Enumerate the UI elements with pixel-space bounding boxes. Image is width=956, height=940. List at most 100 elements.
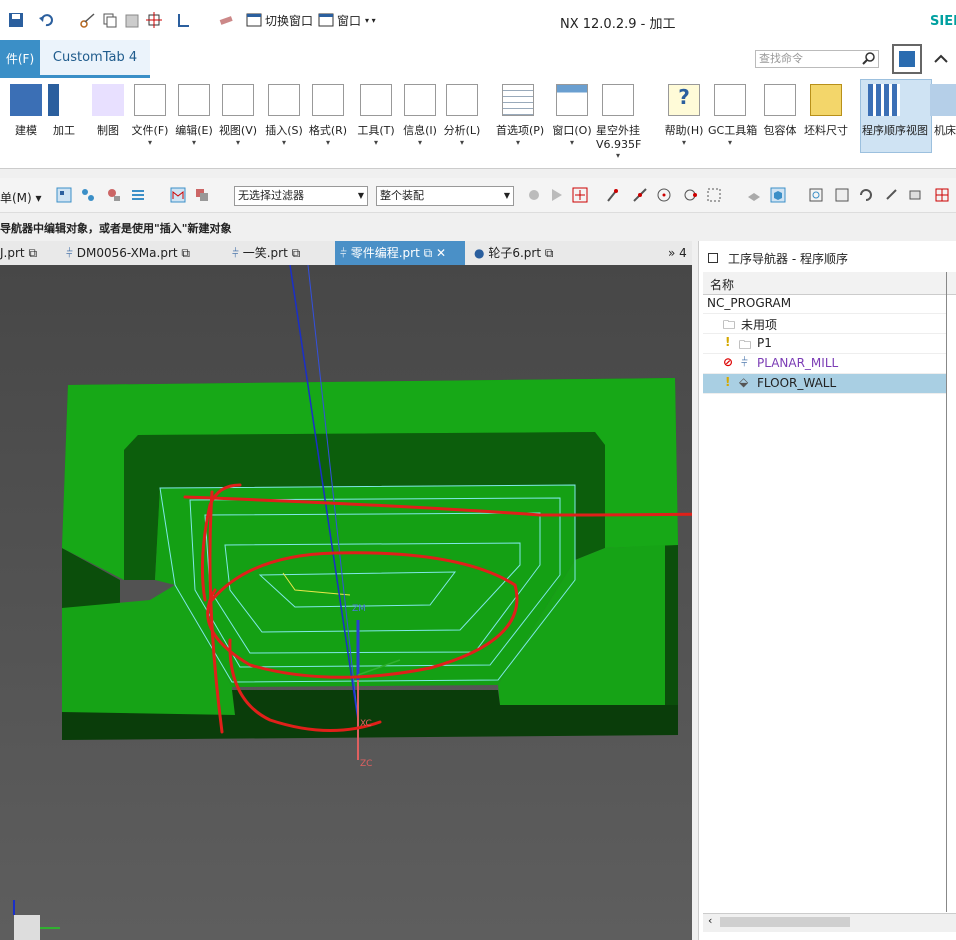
ribbon-button-13[interactable]: 窗口(O) ▾ — [550, 80, 594, 164]
search-icon[interactable] — [862, 51, 876, 65]
chevron-up-icon[interactable] — [934, 52, 948, 66]
touch-mode-button[interactable] — [176, 10, 195, 30]
chevron-down-icon[interactable]: ▾ — [440, 138, 484, 147]
quadrant-point-icon[interactable] — [682, 187, 698, 203]
type-filter-select[interactable]: 无选择过滤器 ▼ — [234, 186, 368, 206]
menu-button[interactable]: 单(M) ▾ — [0, 189, 42, 206]
warning-icon: ! — [725, 335, 731, 349]
chevron-down-icon: ▼ — [357, 191, 364, 200]
tree-row-planar-mill[interactable]: ⊘ ⫩ PLANAR_MILL — [703, 354, 946, 374]
graphics-viewport[interactable]: ZM XC ZC — [0, 265, 692, 940]
body-filter-icon[interactable] — [194, 187, 210, 203]
chevron-down-icon[interactable]: ▾ — [596, 151, 640, 160]
copy-button[interactable] — [102, 10, 121, 30]
scroll-left-icon[interactable]: ‹ — [708, 914, 712, 927]
column-divider[interactable] — [946, 272, 947, 912]
chevron-down-icon[interactable]: ▾ — [708, 138, 752, 147]
tree-row-label: FLOOR_WALL — [757, 376, 837, 390]
ribbon-button-20[interactable]: 机床 — [930, 80, 956, 164]
chevron-down-icon[interactable]: ▾ — [398, 138, 442, 147]
view-fit-icon[interactable] — [808, 187, 824, 203]
ribbon-button-14[interactable]: 星空外挂 V6.935F ▾ — [596, 80, 641, 164]
chevron-down-icon[interactable]: ▾ — [496, 138, 540, 147]
center-point-icon[interactable] — [656, 187, 672, 203]
ribbon-button-18[interactable]: 坯料尺寸 — [804, 80, 848, 164]
ribbon-button-7[interactable]: 插入(S) ▾ — [262, 80, 306, 164]
selection-scope-select[interactable]: 整个装配 ▼ — [376, 186, 514, 206]
window-menu-button[interactable]: 窗口 ▾ ▾ — [318, 10, 376, 30]
ribbon-button-17[interactable]: 包容体 — [758, 80, 802, 164]
eraser-button[interactable] — [218, 10, 237, 30]
file-tab-5[interactable]: ● 轮子6.prt ⧉ — [474, 244, 553, 262]
ribbon-button-6[interactable]: 视图(V) ▾ — [216, 80, 260, 164]
ribbon-button-16[interactable]: GC工具箱 ▾ — [708, 80, 757, 164]
shaded-view-icon[interactable] — [746, 187, 762, 203]
command-search-input[interactable]: 查找命令 — [755, 50, 879, 68]
chevron-down-icon[interactable]: ▾ — [216, 138, 260, 147]
point-grid-icon[interactable] — [572, 187, 588, 203]
save-button[interactable] — [8, 10, 27, 30]
feature-filter-icon[interactable] — [170, 187, 186, 203]
file-tab-1[interactable]: J.prt ⧉ — [0, 244, 37, 262]
ribbon-button-label: 坯料尺寸 — [804, 124, 848, 137]
ribbon-button-11[interactable]: 分析(L) ▾ — [440, 80, 484, 164]
chevron-down-icon[interactable]: ▾ — [354, 138, 398, 147]
chevron-down-icon[interactable]: ▾ — [306, 138, 350, 147]
tree-row-nc-program[interactable]: NC_PROGRAM — [703, 294, 946, 314]
tab-file[interactable]: 件(F) — [0, 40, 40, 78]
rotate-icon[interactable] — [858, 187, 874, 203]
render-style-icon[interactable] — [770, 187, 786, 203]
file-tab-label: 一笑.prt — [242, 246, 288, 260]
ribbon-button-12[interactable]: 首选项(P) ▾ — [496, 80, 544, 164]
axis-label-zm: ZM — [352, 604, 366, 614]
repeat-button[interactable] — [146, 10, 165, 30]
paste-button[interactable] — [124, 10, 143, 30]
grid-icon[interactable] — [934, 187, 950, 203]
scrollbar-thumb[interactable] — [720, 917, 850, 927]
snap-icon[interactable] — [56, 187, 72, 203]
chevron-down-icon[interactable]: ▾ — [262, 138, 306, 147]
ribbon-button-8[interactable]: 格式(R) ▾ — [306, 80, 350, 164]
file-tab-2[interactable]: ⫩ DM0056-XMa.prt ⧉ — [66, 244, 190, 262]
tree-row-floor-wall[interactable]: ! ⬙ FLOOR_WALL — [703, 374, 946, 394]
column-name-label: 名称 — [710, 278, 735, 292]
zoom-icon[interactable] — [834, 187, 850, 203]
ribbon-button-19[interactable]: 程序顺序视图 — [862, 80, 928, 164]
chevron-down-icon[interactable]: ▾ — [662, 138, 706, 147]
chevron-down-icon[interactable]: ▾ — [550, 138, 594, 147]
component-icon[interactable] — [106, 187, 122, 203]
ribbon-button-label: 机床 — [934, 124, 956, 137]
external-link-icon: ⧉ — [28, 246, 38, 260]
ribbon-button-3[interactable]: 制图 — [86, 80, 130, 164]
ribbon-button-5[interactable]: 编辑(E) ▾ — [172, 80, 216, 164]
ribbon-button-10[interactable]: 信息(I) ▾ — [398, 80, 442, 164]
ribbon-button-2[interactable]: 加工 — [42, 80, 86, 164]
align-icon[interactable] — [130, 187, 146, 203]
navigator-column-header[interactable] — [703, 272, 956, 295]
tree-row-p1[interactable]: ! 🗀 P1 — [703, 334, 946, 354]
switch-window-button[interactable]: 切换窗口 — [246, 10, 313, 30]
layer-icon[interactable] — [908, 187, 924, 203]
pin-icon[interactable] — [708, 253, 718, 263]
file-tab-overflow[interactable]: » 4 — [668, 244, 687, 262]
undo-button[interactable] — [38, 10, 57, 30]
ribbon-button-15[interactable]: ? 帮助(H) ▾ — [662, 80, 706, 164]
arrow-point-icon[interactable] — [550, 187, 566, 203]
box-select-icon[interactable] — [706, 187, 722, 203]
chevron-down-icon[interactable]: ▾ — [172, 138, 216, 147]
file-tab-3[interactable]: ⫩ 一笑.prt ⧉ — [232, 244, 300, 262]
pan-icon[interactable] — [884, 187, 900, 203]
ribbon-button-9[interactable]: 工具(T) ▾ — [354, 80, 398, 164]
part-icon: ⫩ — [232, 246, 239, 260]
assembly-icon[interactable] — [80, 187, 96, 203]
file-tab-4[interactable]: ⫩ 零件编程.prt ⧉ ✕ — [340, 244, 446, 262]
chevron-down-icon[interactable]: ▾ — [128, 138, 172, 147]
tab-customtab-4[interactable]: CustomTab 4 — [40, 40, 150, 78]
ribbon-button-4[interactable]: 文件(F) ▾ — [128, 80, 172, 164]
snap-point-icon[interactable] — [526, 187, 542, 203]
cut-button[interactable] — [80, 10, 99, 30]
close-icon[interactable]: ✕ — [436, 246, 446, 260]
midpoint-icon[interactable] — [632, 187, 648, 203]
tree-row-unused[interactable]: 🗀 未用项 — [703, 314, 946, 334]
endpoint-icon[interactable] — [606, 187, 622, 203]
